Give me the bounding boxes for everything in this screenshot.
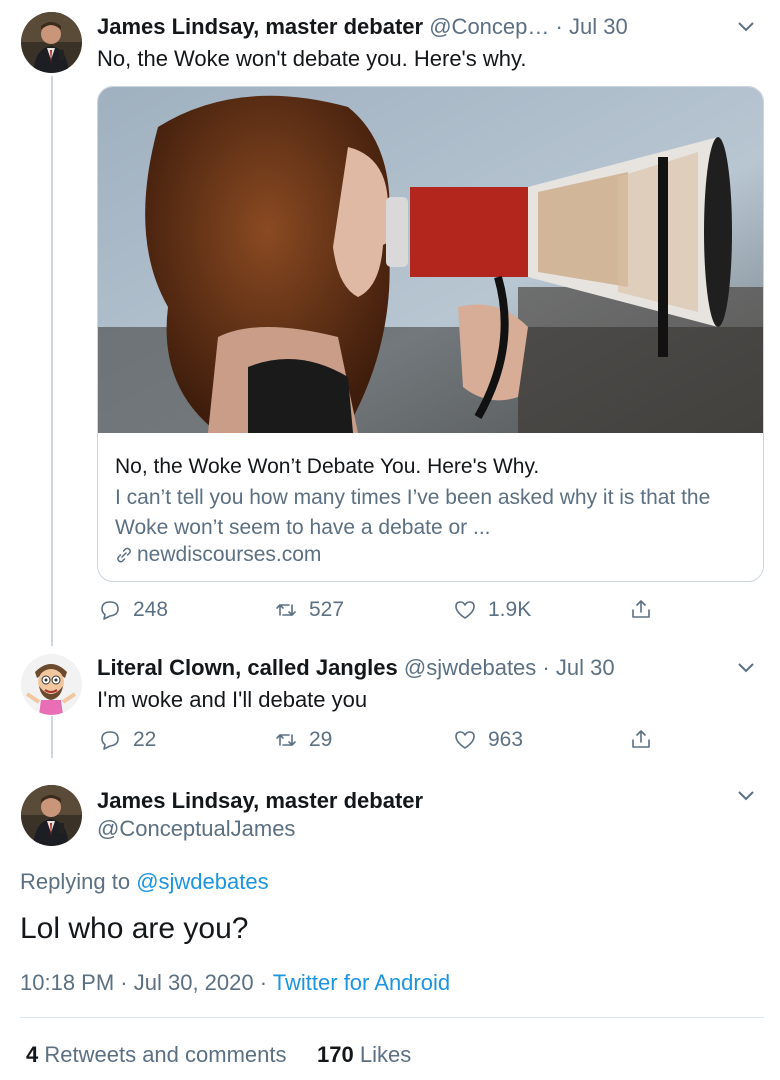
heart-icon: [455, 731, 475, 749]
share-icon: [632, 730, 650, 748]
like-count: 963: [488, 728, 524, 751]
author-handle[interactable]: @ConceptualJames: [97, 816, 295, 842]
retweets-stat[interactable]: 4 Retweets and comments: [26, 1042, 286, 1067]
share-icon: [632, 600, 650, 618]
like-label: Likes: [359, 1042, 412, 1067]
reply-icon: [101, 601, 119, 620]
retweet-count: 4: [26, 1042, 39, 1067]
tweet-header: James Lindsay, master debater: [97, 787, 423, 815]
retweet-label: Retweets and comments: [44, 1042, 287, 1067]
chevron-down-icon[interactable]: [736, 20, 756, 34]
card-description: I can’t tell you how many times I’ve bee…: [115, 486, 711, 539]
tweet-actions: 22 29 963: [97, 728, 677, 758]
retweet-count: 29: [309, 728, 333, 751]
chevron-down-icon[interactable]: [736, 789, 756, 803]
author-name[interactable]: James Lindsay, master debater: [97, 14, 423, 39]
reply-icon: [101, 731, 119, 750]
author-handle[interactable]: @Concep…: [429, 14, 549, 39]
replying-prefix: Replying to: [20, 869, 131, 894]
tweet-time[interactable]: 10:18 PM: [20, 970, 114, 995]
thread-line: [51, 76, 53, 646]
retweet-icon: [276, 734, 296, 746]
like-count: 1.9K: [488, 598, 532, 621]
tweet-full-date[interactable]: Jul 30, 2020: [134, 970, 254, 995]
share-button[interactable]: [630, 728, 652, 750]
author-handle[interactable]: @sjwdebates: [404, 655, 536, 680]
tweet-text: I'm woke and I'll debate you: [97, 687, 368, 712]
avatar[interactable]: [21, 654, 82, 715]
tweet-date[interactable]: Jul 30: [556, 655, 615, 680]
tweet-actions: 248 527 1.9K: [97, 598, 677, 628]
like-button[interactable]: 1.9K: [454, 598, 531, 622]
likes-stat[interactable]: 170 Likes: [317, 1042, 411, 1067]
chevron-down-icon[interactable]: [736, 661, 756, 675]
separator-dot: ·: [259, 970, 268, 995]
avatar[interactable]: [21, 785, 82, 846]
retweet-button[interactable]: 29: [275, 728, 332, 752]
replying-mention-link[interactable]: @sjwdebates: [136, 869, 268, 894]
card-image: [98, 87, 763, 433]
reply-count: 248: [133, 598, 169, 621]
avatar[interactable]: [21, 12, 82, 73]
card-domain-text: newdiscourses.com: [137, 543, 322, 566]
link-icon: [117, 547, 131, 563]
card-domain: newdiscourses.com: [115, 543, 321, 567]
divider: [20, 1017, 764, 1018]
link-card[interactable]: No, the Woke Won’t Debate You. Here's Wh…: [97, 86, 764, 582]
separator-dot: ·: [120, 970, 128, 995]
reply-button[interactable]: 22: [99, 728, 156, 752]
reply-button[interactable]: 248: [99, 598, 168, 622]
heart-icon: [455, 601, 475, 619]
separator-dot: ·: [555, 14, 563, 39]
like-button[interactable]: 963: [454, 728, 523, 752]
separator-dot: ·: [542, 655, 550, 680]
tweet-text: No, the Woke won't debate you. Here's wh…: [97, 46, 527, 71]
tweet-timestamp: 10:18 PM · Jul 30, 2020 · Twitter for An…: [20, 970, 450, 996]
reply-count: 22: [133, 728, 157, 751]
retweet-icon: [276, 604, 296, 616]
tweet-stats: 4 Retweets and comments 170 Likes: [26, 1042, 411, 1068]
retweet-button[interactable]: 527: [275, 598, 344, 622]
tweet-date[interactable]: Jul 30: [569, 14, 628, 39]
share-button[interactable]: [630, 598, 652, 620]
tweet-text: Lol who are you?: [20, 912, 249, 945]
card-title: No, the Woke Won’t Debate You. Here's Wh…: [115, 455, 540, 478]
retweet-count: 527: [309, 598, 345, 621]
author-name[interactable]: Literal Clown, called Jangles: [97, 655, 398, 680]
tweet-source-link[interactable]: Twitter for Android: [273, 970, 450, 995]
thread-line: [51, 716, 53, 758]
tweet-header: Literal Clown, called Jangles @sjwdebate…: [97, 654, 615, 682]
author-name[interactable]: James Lindsay, master debater: [97, 788, 423, 813]
replying-to: Replying to @sjwdebates: [20, 869, 269, 895]
like-count: 170: [317, 1042, 354, 1067]
tweet-header: James Lindsay, master debater @Concep… ·…: [97, 13, 628, 41]
